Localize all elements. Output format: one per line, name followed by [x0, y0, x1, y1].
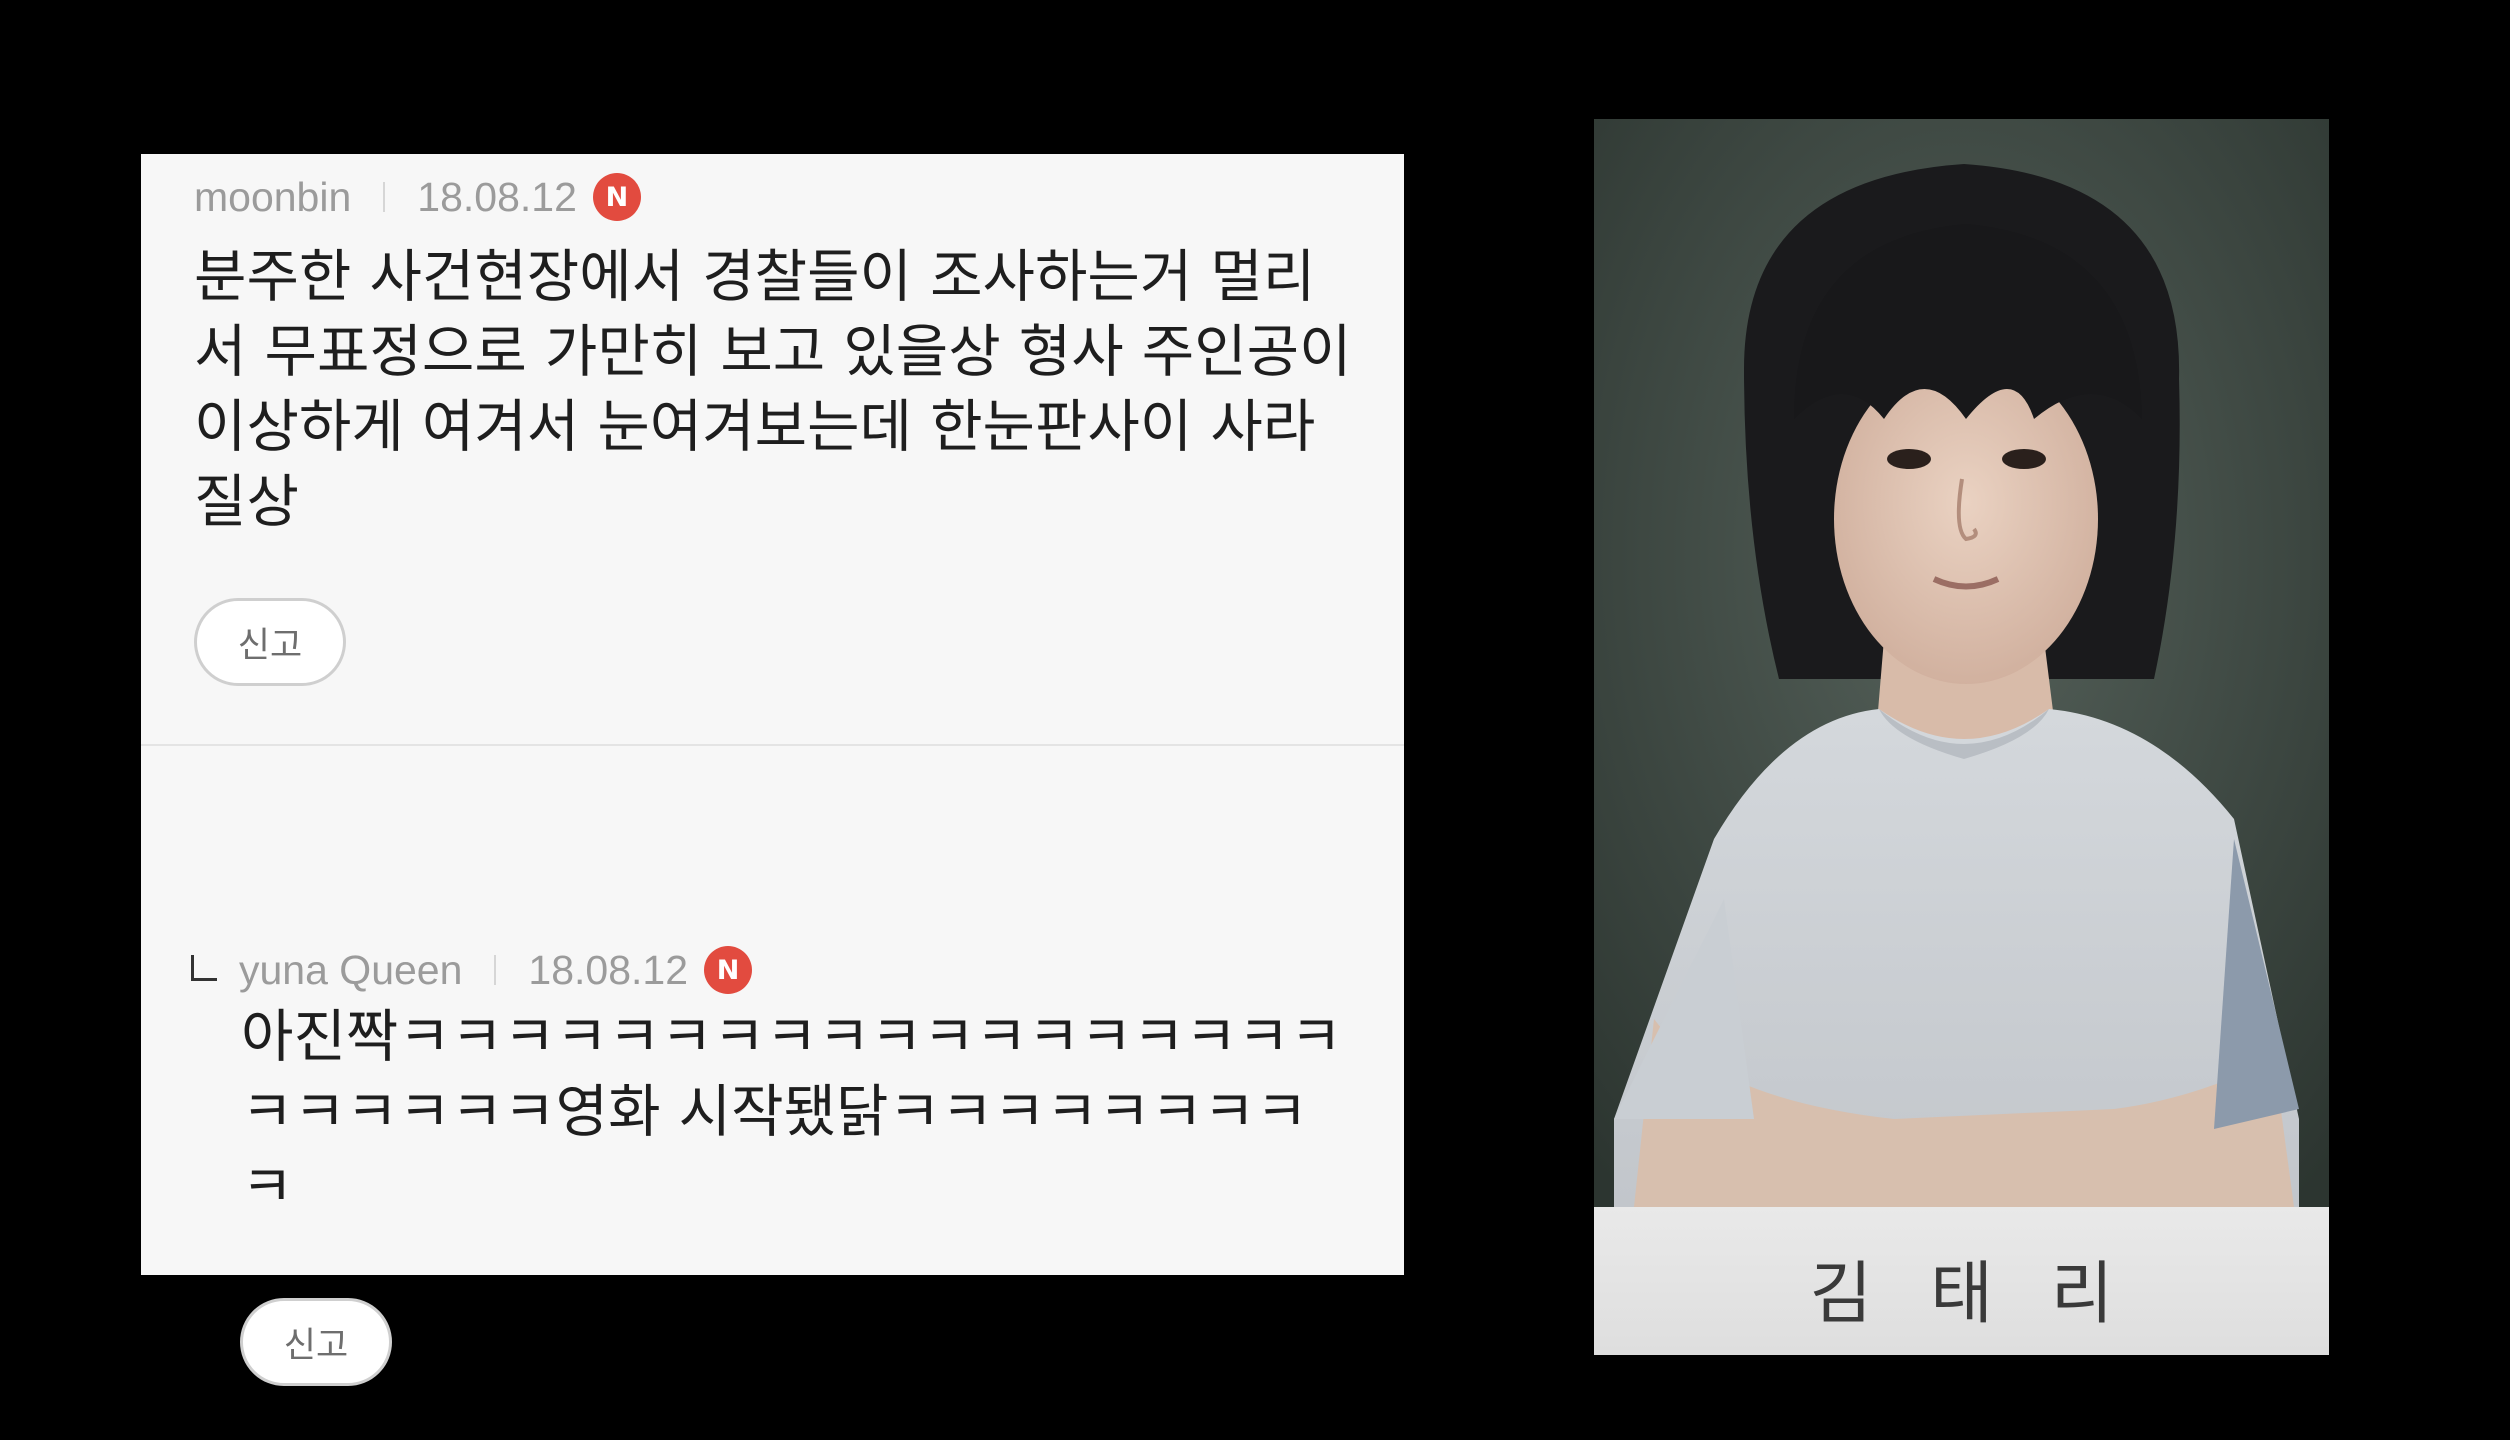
comments-panel: moonbin 18.08.12 N 분주한 사건현장에서 경찰들이 조사하는거… [141, 154, 1404, 1386]
comment-meta: moonbin 18.08.12 N [194, 169, 641, 225]
student-name: 김태리 [1809, 1254, 2172, 1334]
new-badge-icon: N [592, 173, 641, 221]
report-button[interactable]: 신고 [240, 1298, 392, 1386]
reply-date: 18.08.12 [528, 946, 689, 993]
yearbook-photo-card: 김태리 [1594, 119, 2329, 1355]
comment-text: 분주한 사건현장에서 경찰들이 조사하는거 멀리 서 무표정으로 가만히 보고 … [194, 244, 1352, 535]
reply-comment: yuna Queen 18.08.12 N 아진짝ㅋㅋㅋㅋㅋㅋㅋㅋㅋㅋㅋㅋㅋㅋㅋ… [141, 746, 1404, 1386]
reply-author[interactable]: yuna Queen [239, 947, 462, 994]
reply-text: 아진짝ㅋㅋㅋㅋㅋㅋㅋㅋㅋㅋㅋㅋㅋㅋㅋㅋㅋㅋ ㅋㅋㅋㅋㅋㅋ영화 시작됐닭ㅋㅋㅋㅋㅋ… [241, 1004, 1343, 1220]
new-badge-icon: N [704, 946, 753, 994]
meta-separator [494, 955, 497, 985]
comment-date: 18.08.12 [417, 173, 577, 220]
reply-arrow-icon [191, 955, 217, 981]
stage: moonbin 18.08.12 N 분주한 사건현장에서 경찰들이 조사하는거… [0, 0, 2510, 1440]
reply-meta: yuna Queen 18.08.12 N [191, 942, 753, 998]
comment: moonbin 18.08.12 N 분주한 사건현장에서 경찰들이 조사하는거… [141, 154, 1404, 744]
nameplate: 김태리 [1594, 1207, 2329, 1355]
report-button[interactable]: 신고 [194, 598, 346, 686]
portrait-photo [1594, 119, 2329, 1207]
comment-author[interactable]: moonbin [194, 174, 351, 221]
meta-separator [383, 182, 386, 212]
